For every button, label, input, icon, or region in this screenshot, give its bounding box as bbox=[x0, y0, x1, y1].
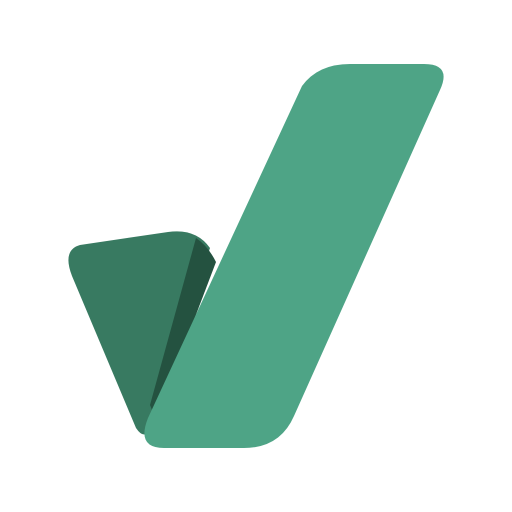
app-logo-canvas bbox=[0, 0, 512, 512]
checkmark-icon bbox=[68, 64, 444, 448]
